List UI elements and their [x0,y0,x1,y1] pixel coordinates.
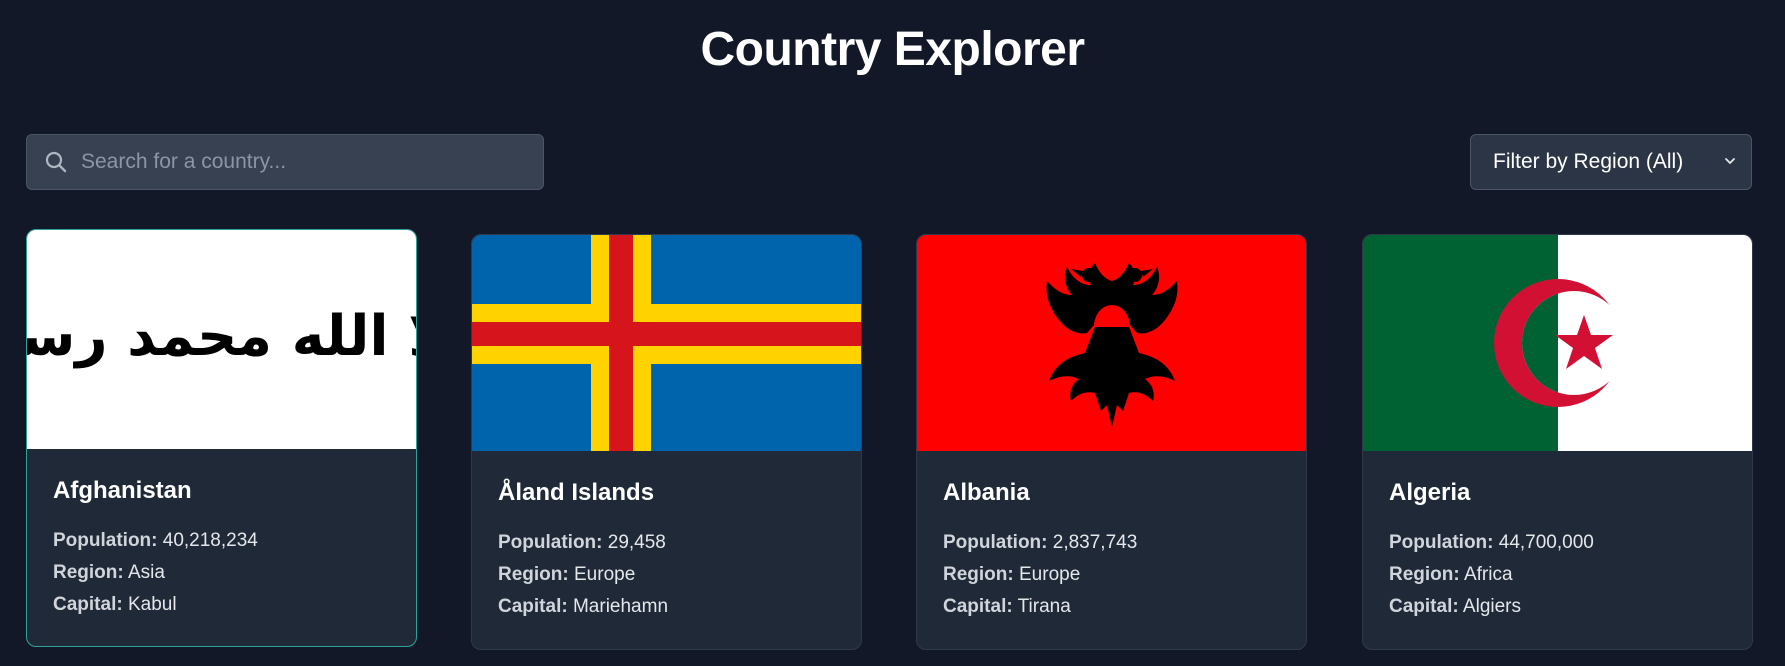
region-value: Europe [1019,564,1081,585]
country-card-aland-islands[interactable]: Åland Islands Population: 29,458 Region:… [471,234,862,650]
region-filter-select[interactable]: Filter by Region (All) [1470,134,1752,190]
region-value: Asia [127,562,165,583]
country-card-albania[interactable]: Albania Population: 2,837,743 Region: Eu… [916,234,1307,650]
region-row: Region: Asia [53,562,165,583]
region-row: Region: Europe [943,564,1081,585]
search-input[interactable] [69,135,543,189]
capital-value: Algiers [1462,596,1521,617]
region-filter-label: Filter by Region (All) [1493,150,1684,173]
afghanistan-flag-text: لا إله إلا الله محمد رسول الله [27,304,416,369]
capital-row: Capital: Tirana [943,596,1071,617]
capital-row: Capital: Algiers [1389,596,1521,617]
capital-row: Capital: Kabul [53,594,177,615]
region-row: Region: Europe [498,564,636,585]
search-icon [43,149,69,175]
albania-flag [917,235,1306,451]
search-box[interactable] [26,134,544,190]
population-row: Population: 2,837,743 [943,532,1138,553]
population-value: 40,218,234 [162,530,258,551]
capital-value: Tirana [1017,596,1071,617]
population-row: Population: 40,218,234 [53,530,258,551]
population-value: 29,458 [607,532,666,553]
capital-value: Mariehamn [572,596,669,617]
aland-flag [472,235,861,451]
population-value: 44,700,000 [1498,532,1594,553]
population-value: 2,837,743 [1052,532,1138,553]
page-title: Country Explorer [700,23,1085,76]
country-card-afghanistan[interactable]: لا إله إلا الله محمد رسول الله Afghanist… [26,229,417,647]
country-name: Albania [943,479,1030,506]
country-name: Algeria [1389,479,1471,506]
region-row: Region: Africa [1389,564,1513,585]
algeria-flag [1363,235,1752,451]
country-name: Afghanistan [53,477,192,504]
afghanistan-flag: لا إله إلا الله محمد رسول الله [27,230,416,449]
country-name: Åland Islands [498,479,655,506]
capital-row: Capital: Mariehamn [498,596,669,617]
capital-value: Kabul [127,594,177,615]
region-value: Europe [574,564,636,585]
population-row: Population: 44,700,000 [1389,532,1594,553]
country-card-algeria[interactable]: Algeria Population: 44,700,000 Region: A… [1362,234,1753,650]
population-row: Population: 29,458 [498,532,666,553]
country-explorer-page: Country Explorer Filter by Region (All) … [0,0,1785,666]
chevron-down-icon [1723,150,1737,174]
region-value: Africa [1463,564,1513,585]
